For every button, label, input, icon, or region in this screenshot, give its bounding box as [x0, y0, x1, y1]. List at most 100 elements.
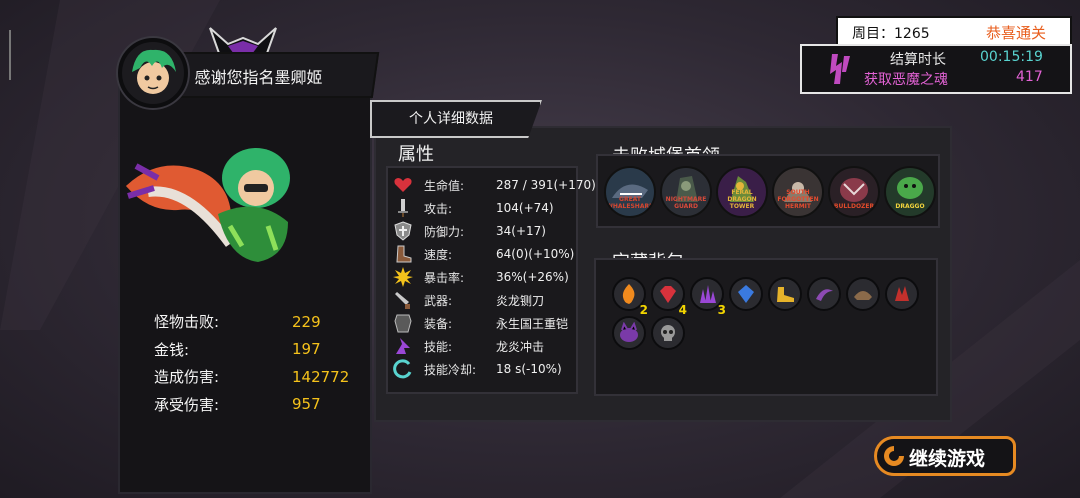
sword-icon: [392, 198, 414, 218]
attr-label: 防御力:: [424, 224, 465, 239]
continue-arrow-icon: [884, 446, 904, 466]
boss-label: NIGHTMARE GUARD: [665, 196, 707, 210]
treasure-amethyst[interactable]: 3: [690, 277, 726, 317]
attr-value: 287 / 391(+170): [496, 178, 596, 192]
attr-row-equipment: 装备: 永生国王重铠: [392, 312, 568, 334]
stat-value: 142772: [292, 367, 350, 386]
boss-forgotten-hermit[interactable]: SOUTH FORGOTTEN HERMIT: [772, 166, 824, 218]
attr-row-defense: 防御力: 34(+17): [392, 220, 546, 242]
souls-label: 获取恶魔之魂: [864, 72, 948, 88]
treasure-golden-boot[interactable]: [768, 277, 802, 311]
treasure-red-claw[interactable]: [885, 277, 919, 311]
attr-value: 64(0)(+10%): [496, 247, 575, 261]
stat-damage-taken: 承受伤害: 957: [154, 391, 354, 419]
attr-label: 速度:: [424, 247, 453, 262]
fire-gem-icon: [622, 284, 635, 304]
tab-personal-details[interactable]: 个人详细数据: [370, 100, 542, 138]
player-stats: 怪物击败: 229 金钱: 197 造成伤害: 142772 承受伤害: 957: [154, 308, 354, 418]
treasure-box: [594, 258, 938, 396]
shield-icon: [392, 221, 414, 241]
purple-horn-icon: [816, 289, 833, 301]
treasure-bronze-helmet[interactable]: [846, 277, 880, 311]
bronze-helmet-icon: [854, 291, 872, 300]
attr-row-speed: 速度: 64(0)(+10%): [392, 243, 574, 265]
tab-label: 个人详细数据: [409, 111, 493, 127]
weapon-icon: [392, 290, 414, 310]
boss-label: GREAT WHALESHARK: [606, 196, 654, 210]
heart-icon: [392, 175, 414, 195]
attr-label: 生命值:: [424, 178, 465, 193]
run-summary: 结算时长 00:15:19 获取恶魔之魂 417: [800, 44, 1072, 94]
attr-value: 龙炎冲击: [496, 339, 545, 354]
crit-burst-icon: [392, 267, 414, 287]
skill-icon: [392, 336, 414, 356]
treasure-purple-beast[interactable]: [612, 316, 646, 350]
armor-icon: [392, 313, 414, 333]
demon-soul-icon: [830, 54, 850, 84]
player-name-bar: 感谢您指名墨卿姬: [172, 52, 380, 98]
attr-row-cooldown: 技能冷却: 18 s(-10%): [392, 358, 562, 380]
time-label: 结算时长: [890, 52, 946, 68]
treasure-sapphire[interactable]: [729, 277, 763, 311]
red-claw-icon: [895, 286, 909, 301]
attr-value: 永生国王重铠: [496, 316, 569, 331]
boss-nightmare-guard[interactable]: NIGHTMARE GUARD: [660, 166, 712, 218]
time-value: 00:15:19: [980, 49, 1043, 65]
attr-row-crit: 暴击率: 36%(+26%): [392, 266, 569, 288]
souls-value: 417: [1016, 69, 1043, 85]
boss-draggo[interactable]: DRAGGO: [884, 166, 936, 218]
stat-monsters-defeated: 怪物击败: 229: [154, 308, 354, 336]
sapphire-icon: [738, 285, 754, 303]
skull-crest-icon: [661, 325, 675, 341]
boss-bulldozer[interactable]: BULLDOZER: [828, 166, 880, 218]
ruby-icon: [660, 286, 676, 303]
attr-label: 技能冷却:: [424, 362, 477, 377]
player-avatar[interactable]: [118, 38, 188, 108]
avatar-portrait-icon: [132, 49, 176, 94]
attr-row-weapon: 武器: 炎龙铡刀: [392, 289, 544, 311]
boss-label: BULLDOZER: [833, 203, 875, 210]
cycle-count: 周目：1265: [852, 26, 930, 42]
treasure-fire-gem[interactable]: 2: [612, 277, 648, 317]
stat-label: 怪物击败:: [154, 313, 220, 332]
stat-label: 金钱:: [154, 340, 190, 359]
stat-damage-dealt: 造成伤害: 142772: [154, 363, 354, 391]
boss-great-whaleshark[interactable]: GREAT WHALESHARK: [604, 166, 656, 218]
item-count: 4: [678, 303, 687, 317]
continue-button[interactable]: 继续游戏: [874, 436, 1016, 476]
hero-character-icon: [126, 148, 290, 262]
attr-label: 技能:: [424, 339, 453, 354]
purple-beast-icon: [620, 322, 638, 342]
attr-value: 18 s(-10%): [496, 362, 562, 376]
attr-value: 炎龙铡刀: [496, 293, 545, 308]
attr-label: 武器:: [424, 293, 453, 308]
player-name: 感谢您指名墨卿姬: [194, 68, 323, 87]
attr-row-skill: 技能: 龙炎冲击: [392, 335, 544, 357]
item-count: 3: [717, 303, 726, 317]
clear-message: 恭喜通关: [985, 24, 1046, 42]
attr-label: 装备:: [424, 316, 453, 331]
attr-value: 36%(+26%): [496, 270, 569, 284]
boss-label: FERAL DRAGON TOWER: [727, 189, 757, 210]
stat-value: 197: [292, 340, 321, 359]
continue-label: 继续游戏: [909, 448, 986, 470]
treasure-purple-horn[interactable]: [807, 277, 841, 311]
stat-value: 957: [292, 395, 321, 414]
boot-icon: [392, 244, 414, 264]
attr-row-hp: 生命值: 287 / 391(+170): [392, 174, 596, 196]
boss-label: DRAGGO: [895, 203, 925, 210]
amethyst-crystal-icon: [700, 285, 716, 303]
stat-label: 承受伤害:: [154, 395, 220, 414]
golden-boot-icon: [777, 287, 794, 302]
attr-value: 34(+17): [496, 224, 546, 238]
attributes-title: 属性: [398, 144, 434, 165]
boss-dragon-tower[interactable]: FERAL DRAGON TOWER: [716, 166, 768, 218]
stat-gold: 金钱: 197: [154, 336, 354, 364]
treasure-ruby[interactable]: 4: [651, 277, 687, 317]
stat-label: 造成伤害:: [154, 368, 220, 387]
treasure-skull-crest[interactable]: [651, 316, 685, 350]
attr-label: 暴击率:: [424, 270, 465, 285]
item-count: 2: [639, 303, 648, 317]
attr-label: 攻击:: [424, 201, 453, 216]
attr-value: 104(+74): [496, 201, 554, 215]
